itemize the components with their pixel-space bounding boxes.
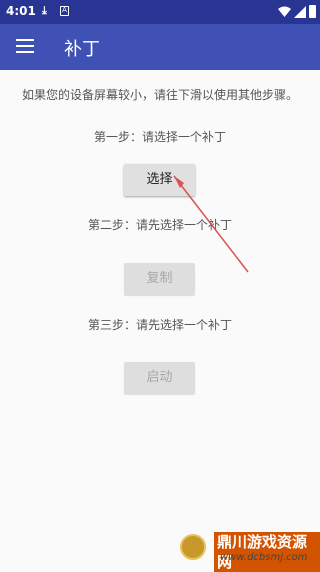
hint-text: 如果您的设备屏幕较小，请往下滑以使用其他步骤。 (21, 88, 298, 102)
download-icon: ⤓ (42, 4, 47, 17)
notification-a-icon: A (60, 6, 69, 16)
battery-icon (309, 5, 316, 18)
watermark-url: www.dcbsmj.com (220, 552, 308, 563)
select-button[interactable]: 选择 (124, 164, 195, 196)
app-bar: 补丁 (0, 24, 320, 70)
main-content: 如果您的设备屏幕较小，请往下滑以使用其他步骤。 第一步：请选择一个补丁 选择 第… (0, 70, 320, 568)
step2-label: 第二步：请先选择一个补丁 (87, 218, 232, 232)
menu-icon[interactable] (16, 39, 34, 53)
status-time: 4:01 (6, 4, 36, 18)
step3-label: 第三步：请先选择一个补丁 (87, 318, 232, 332)
watermark-logo-icon (180, 534, 206, 560)
launch-button[interactable]: 启动 (124, 362, 195, 394)
watermark: 鼎川游戏资源网 www.dcbsmj.com (176, 528, 320, 572)
signal-icon (294, 6, 306, 18)
status-bar: 4:01 ⤓ A (0, 0, 320, 24)
page-title: 补丁 (64, 39, 100, 60)
step1-label: 第一步：请选择一个补丁 (93, 130, 226, 144)
copy-button[interactable]: 复制 (124, 263, 195, 295)
wifi-icon (278, 6, 291, 17)
